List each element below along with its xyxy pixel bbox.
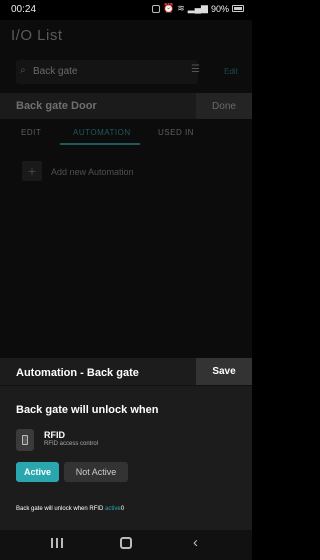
- add-automation-label[interactable]: Add new Automation: [51, 167, 134, 177]
- done-button[interactable]: Done: [196, 93, 252, 119]
- summary-state: active: [105, 506, 121, 512]
- tab-automation[interactable]: AUTOMATION: [73, 128, 131, 137]
- tab-edit[interactable]: EDIT: [21, 128, 41, 137]
- unlock-condition-title: Back gate will unlock when: [16, 404, 159, 416]
- sheet-divider: [0, 385, 252, 386]
- back-icon[interactable]: ‹: [193, 534, 198, 551]
- not-active-option-button[interactable]: Not Active: [64, 462, 128, 482]
- plus-icon: +: [27, 163, 37, 179]
- home-icon[interactable]: [120, 537, 132, 549]
- alarm-icon: ⏰: [162, 3, 175, 13]
- battery-icon: [232, 5, 244, 12]
- edit-link[interactable]: Edit: [224, 67, 238, 76]
- door-title: Back gate Door: [16, 100, 97, 112]
- rfid-reader-icon: [16, 429, 34, 451]
- wifi-icon: ≋: [177, 3, 185, 13]
- active-tab-indicator: [60, 143, 140, 145]
- notification-icon: [151, 4, 160, 13]
- summary-suffix: 0: [120, 506, 125, 512]
- sheet-title: Automation - Back gate: [16, 367, 139, 379]
- tab-used-in[interactable]: USED IN: [158, 128, 194, 137]
- trigger-label: RFID: [44, 430, 65, 440]
- signal-icon: ▂▄▆: [187, 3, 208, 13]
- summary-prefix: Back gate will unlock when RFID: [16, 506, 106, 512]
- active-option-button[interactable]: Active: [16, 462, 59, 482]
- status-time: 00:24: [11, 4, 37, 15]
- search-icon: ⌕: [20, 65, 26, 76]
- page-title: I/O List: [11, 27, 63, 44]
- save-button[interactable]: Save: [196, 358, 252, 385]
- filter-icon[interactable]: ☰: [191, 64, 200, 75]
- trigger-sublabel: RFID access control: [44, 441, 99, 447]
- recent-apps-icon[interactable]: [51, 537, 63, 549]
- add-automation-button[interactable]: +: [22, 161, 42, 181]
- automation-summary: Back gate will unlock when RFID active0: [16, 506, 124, 512]
- search-value: Back gate: [33, 66, 78, 77]
- status-icons: ⏰ ≋ ▂▄▆ 90%: [151, 3, 244, 14]
- battery-percent: 90%: [210, 3, 229, 14]
